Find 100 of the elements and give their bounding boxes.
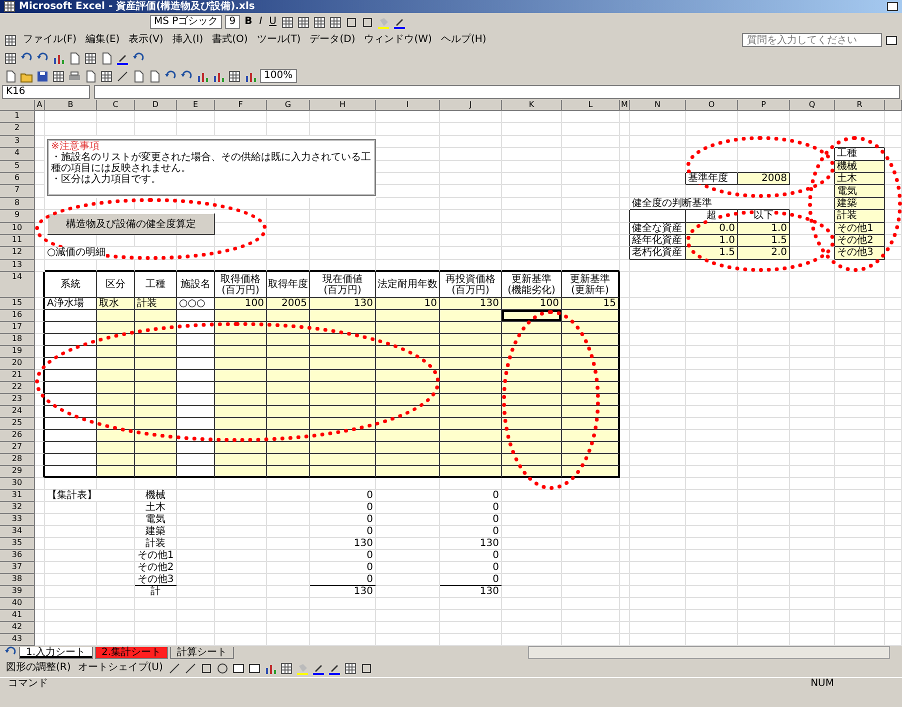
sheet-cell[interactable]: 更新基準 (機能劣化) <box>502 272 562 298</box>
sheet-cell[interactable]: 計装 <box>135 538 177 550</box>
row-header[interactable]: 40 <box>0 598 35 610</box>
row-header[interactable]: 19 <box>0 346 35 358</box>
sheet-cell[interactable]: 0 <box>310 574 376 586</box>
row-header[interactable]: 4 <box>0 148 35 161</box>
sheet-cell[interactable]: その他2 <box>135 562 177 574</box>
sheet-cell[interactable]: 【集計表】 <box>45 490 135 502</box>
row-header[interactable]: 38 <box>0 574 35 586</box>
column-header[interactable]: A <box>35 100 45 111</box>
sheet-cell[interactable]: 130 <box>310 538 376 550</box>
sheet-cell[interactable]: 土木 <box>835 172 885 186</box>
sheet-cell[interactable]: 0 <box>440 526 502 538</box>
sheet-cell[interactable]: 計装 <box>135 298 177 310</box>
sheet-cell[interactable]: ○○○ <box>177 298 215 310</box>
row-header[interactable]: 30 <box>0 478 35 490</box>
sheet-cell[interactable]: 100 <box>502 298 562 310</box>
font-dropdown[interactable]: MS Pゴシック <box>150 15 222 29</box>
draw-menu-button[interactable]: 図形の調整(R) <box>4 662 73 674</box>
sheet-cell[interactable]: 1.5 <box>738 234 790 248</box>
sheet-cell[interactable]: その他1 <box>835 222 885 235</box>
column-header[interactable]: K <box>502 100 562 111</box>
sheet-cell[interactable]: 0 <box>440 502 502 514</box>
row-header[interactable]: 15 <box>0 298 35 310</box>
column-header[interactable]: E <box>177 100 215 111</box>
menu-item[interactable]: データ(D) <box>306 34 358 46</box>
row-header[interactable]: 22 <box>0 382 35 394</box>
row-header[interactable]: 32 <box>0 502 35 514</box>
row-header[interactable]: 39 <box>0 586 35 598</box>
column-header[interactable]: I <box>376 100 440 111</box>
column-header[interactable]: F <box>215 100 267 111</box>
sheet-cell[interactable]: 130 <box>310 586 376 598</box>
menu-item[interactable]: ウィンドウ(W) <box>361 34 435 46</box>
sheet-cell[interactable]: 100 <box>215 298 267 310</box>
sheet-cell[interactable]: 現在価値 (百万円) <box>310 272 376 298</box>
sheet-cell[interactable]: 工種 <box>835 148 885 161</box>
column-header[interactable]: R <box>835 100 885 111</box>
row-header[interactable]: 14 <box>0 272 35 298</box>
sheet-tab[interactable]: 1.入力シート <box>19 646 93 658</box>
sheet-cell[interactable]: 健全な資産 <box>630 222 686 235</box>
menu-item[interactable]: 挿入(I) <box>169 34 206 46</box>
column-header[interactable]: L <box>562 100 620 111</box>
sheet-cell[interactable]: その他1 <box>135 550 177 562</box>
row-header[interactable]: 41 <box>0 610 35 622</box>
row-header[interactable]: 28 <box>0 454 35 466</box>
row-header[interactable]: 21 <box>0 370 35 382</box>
sheet-cell[interactable]: 電気 <box>135 514 177 526</box>
sheet-cell[interactable]: 健全度の判断基準 <box>630 198 790 210</box>
sheet-cell[interactable]: 0.0 <box>686 222 738 235</box>
row-header[interactable]: 5 <box>0 160 35 173</box>
sheet-cell[interactable]: 130 <box>440 538 502 550</box>
column-header[interactable]: Q <box>790 100 835 111</box>
menu-item[interactable]: ファイル(F) <box>20 34 80 46</box>
sheet-cell[interactable]: 区分 <box>97 272 135 298</box>
style-button[interactable]: U <box>267 16 278 28</box>
row-header[interactable]: 20 <box>0 358 35 370</box>
row-header[interactable]: 17 <box>0 322 35 334</box>
macro-button[interactable]: 構造物及び設備の健全度算定 <box>47 213 215 235</box>
row-header[interactable]: 37 <box>0 562 35 574</box>
sheet-cell[interactable]: 0 <box>440 574 502 586</box>
column-header[interactable]: H <box>310 100 376 111</box>
row-header[interactable]: 29 <box>0 466 35 478</box>
row-header[interactable]: 12 <box>0 247 35 260</box>
sheet-cell[interactable]: 法定耐用年数 <box>376 272 440 298</box>
row-header[interactable]: 42 <box>0 622 35 634</box>
sheet-cell[interactable]: 老朽化資産 <box>630 247 686 260</box>
sheet-cell[interactable]: 機械 <box>835 160 885 173</box>
menu-item[interactable]: 表示(V) <box>126 34 166 46</box>
sheet-cell[interactable]: 15 <box>562 298 620 310</box>
sheet-cell[interactable]: 0 <box>310 562 376 574</box>
row-header[interactable]: 11 <box>0 234 35 248</box>
column-header[interactable]: J <box>440 100 502 111</box>
row-header[interactable]: 23 <box>0 394 35 406</box>
column-header[interactable]: O <box>686 100 738 111</box>
sheet-cell[interactable]: 0 <box>310 550 376 562</box>
sheet-cell[interactable]: 工種 <box>135 272 177 298</box>
menu-item[interactable]: 書式(O) <box>209 34 251 46</box>
row-header[interactable]: 18 <box>0 334 35 346</box>
row-header[interactable]: 3 <box>0 136 35 148</box>
sheet-cell[interactable]: 土木 <box>135 502 177 514</box>
row-header[interactable]: 2 <box>0 123 35 136</box>
row-header[interactable]: 27 <box>0 442 35 454</box>
sheet-cell[interactable]: 2.0 <box>738 247 790 260</box>
sheet-cell[interactable]: 130 <box>310 298 376 310</box>
sheet-cell[interactable]: 10 <box>376 298 440 310</box>
autoshape-menu-button[interactable]: オートシェイプ(U) <box>76 662 165 674</box>
sheet-cell[interactable]: 0 <box>440 550 502 562</box>
column-header[interactable]: P <box>738 100 790 111</box>
menu-item[interactable]: ヘルプ(H) <box>438 34 490 46</box>
row-header[interactable]: 34 <box>0 526 35 538</box>
row-header[interactable]: 1 <box>0 111 35 124</box>
column-header[interactable]: B <box>45 100 97 111</box>
sheet-cell[interactable]: 再投資価格 (百万円) <box>440 272 502 298</box>
sheet-cell[interactable]: 取水 <box>97 298 135 310</box>
row-header[interactable]: 31 <box>0 490 35 502</box>
sheet-cell[interactable]: 1.0 <box>738 222 790 235</box>
row-header[interactable]: 25 <box>0 418 35 430</box>
sheet-cell[interactable]: 取得価格 (百万円) <box>215 272 267 298</box>
row-header[interactable]: 8 <box>0 198 35 210</box>
sheet-cell[interactable]: 計装 <box>835 210 885 223</box>
